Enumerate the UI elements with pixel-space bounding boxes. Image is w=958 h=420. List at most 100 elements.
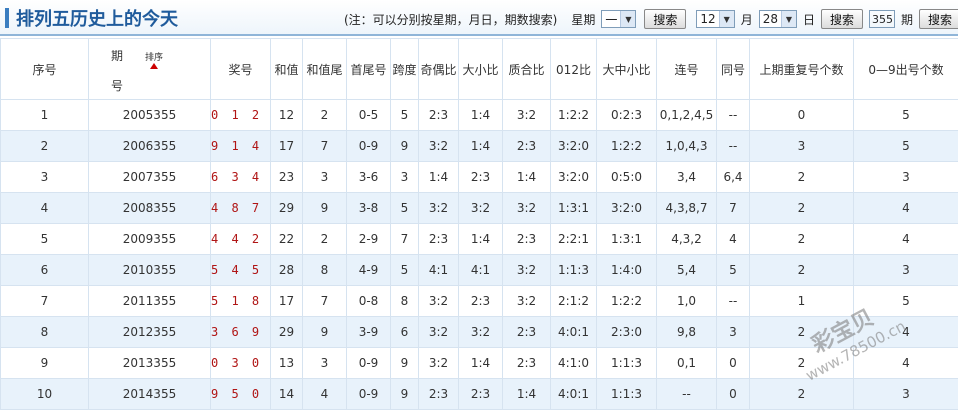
cell-period: 2014355 — [89, 379, 211, 410]
cell-sum-tail: 8 — [303, 255, 347, 286]
search-date-button[interactable]: 搜索 — [821, 9, 863, 29]
cell-consecutive: 1,0,4,3 — [657, 131, 717, 162]
cell-prime-comp: 2:3 — [503, 317, 551, 348]
cell-repeat-prev: 2 — [750, 162, 854, 193]
cell-odd-even: 3:2 — [419, 193, 459, 224]
cell-head-tail: 4-9 — [347, 255, 391, 286]
chevron-down-icon: ▼ — [719, 11, 734, 27]
cell-consecutive: 3,4 — [657, 162, 717, 193]
cell-big-small: 1:4 — [459, 224, 503, 255]
cell-repeat-prev: 2 — [750, 255, 854, 286]
col-period-bottom: 号 — [111, 77, 123, 94]
col-number: 奖号 — [211, 39, 271, 100]
cell-index: 6 — [1, 255, 89, 286]
cell-same: 3 — [717, 317, 750, 348]
search-controls: (注：可以分别按星期，月日，期数搜索) 星期 一 ▼ 搜索 12 ▼ 月 28 … — [344, 8, 958, 30]
cell-odd-even: 3:2 — [419, 348, 459, 379]
cell-prime-comp: 2:3 — [503, 131, 551, 162]
cell-same: 0 — [717, 348, 750, 379]
cell-big-mid-small: 1:2:2 — [597, 131, 657, 162]
cell-sum-tail: 2 — [303, 224, 347, 255]
cell-sum-tail: 7 — [303, 286, 347, 317]
cell-odd-even: 2:3 — [419, 100, 459, 131]
cell-head-tail: 2-9 — [347, 224, 391, 255]
cell-prime-comp: 2:3 — [503, 224, 551, 255]
col-period-top: 期 — [111, 47, 123, 64]
cell-odd-even: 4:1 — [419, 255, 459, 286]
cell-big-mid-small: 1:3:1 — [597, 224, 657, 255]
cell-prime-comp: 1:4 — [503, 379, 551, 410]
cell-odd-even: 1:4 — [419, 162, 459, 193]
cell-period: 2011355 — [89, 286, 211, 317]
col-odd-even: 奇偶比 — [419, 39, 459, 100]
title-accent-bar — [5, 8, 9, 28]
search-weekday-button[interactable]: 搜索 — [644, 9, 686, 29]
cell-digits-count: 4 — [854, 317, 958, 348]
sort-button[interactable]: 排序 — [145, 53, 163, 69]
month-select[interactable]: 12 ▼ — [696, 10, 734, 28]
cell-consecutive: 4,3,2 — [657, 224, 717, 255]
cell-span: 8 — [391, 286, 419, 317]
col-sum-tail: 和值尾 — [303, 39, 347, 100]
history-table: 序号 期 号 排序 奖号 和值 和值尾 首尾号 跨度 奇偶比 大小比 质合比 0… — [0, 38, 958, 410]
cell-sum: 23 — [271, 162, 303, 193]
table-row: 420083554 8 7 7 32993-853:23:23:21:3:13:… — [1, 193, 958, 224]
cell-sum: 13 — [271, 348, 303, 379]
search-note: (注：可以分别按星期，月日，期数搜索) — [344, 11, 557, 28]
cell-r012: 2:2:1 — [551, 224, 597, 255]
cell-head-tail: 3-6 — [347, 162, 391, 193]
period-input[interactable]: 355 — [869, 10, 895, 28]
table-row: 320073556 3 4 6 42333-631:42:31:43:2:00:… — [1, 162, 958, 193]
cell-big-small: 1:4 — [459, 348, 503, 379]
cell-span: 5 — [391, 193, 419, 224]
cell-period: 2006355 — [89, 131, 211, 162]
cell-big-mid-small: 1:2:2 — [597, 286, 657, 317]
cell-head-tail: 0-9 — [347, 131, 391, 162]
cell-span: 9 — [391, 379, 419, 410]
cell-r012: 1:2:2 — [551, 100, 597, 131]
table-row: 620103555 4 5 9 52884-954:14:13:21:1:31:… — [1, 255, 958, 286]
cell-same: 5 — [717, 255, 750, 286]
cell-period: 2013355 — [89, 348, 211, 379]
cell-big-small: 1:4 — [459, 131, 503, 162]
page-title: 排列五历史上的今天 — [16, 5, 178, 31]
cell-big-mid-small: 3:2:0 — [597, 193, 657, 224]
cell-period: 2005355 — [89, 100, 211, 131]
cell-same: 4 — [717, 224, 750, 255]
cell-odd-even: 3:2 — [419, 286, 459, 317]
cell-consecutive: 5,4 — [657, 255, 717, 286]
search-period-button[interactable]: 搜索 — [919, 9, 958, 29]
cell-index: 1 — [1, 100, 89, 131]
cell-span: 3 — [391, 162, 419, 193]
cell-big-small: 2:3 — [459, 286, 503, 317]
table-row: 520093554 4 2 9 32222-972:31:42:32:2:11:… — [1, 224, 958, 255]
cell-big-small: 3:2 — [459, 317, 503, 348]
col-sum: 和值 — [271, 39, 303, 100]
cell-index: 4 — [1, 193, 89, 224]
cell-big-mid-small: 1:4:0 — [597, 255, 657, 286]
col-digits-count: 0—9出号个数 — [854, 39, 958, 100]
weekday-select[interactable]: 一 ▼ — [601, 10, 636, 28]
cell-number: 5 1 8 0 3 — [211, 286, 271, 317]
day-select[interactable]: 28 ▼ — [759, 10, 797, 28]
cell-sum-tail: 2 — [303, 100, 347, 131]
col-consecutive: 连号 — [657, 39, 717, 100]
cell-index: 2 — [1, 131, 89, 162]
col-repeat-prev: 上期重复号个数 — [750, 39, 854, 100]
cell-index: 9 — [1, 348, 89, 379]
cell-head-tail: 3-9 — [347, 317, 391, 348]
col-prime-comp: 质合比 — [503, 39, 551, 100]
weekday-label: 星期 — [571, 11, 595, 28]
cell-span: 6 — [391, 317, 419, 348]
cell-period: 2007355 — [89, 162, 211, 193]
cell-repeat-prev: 1 — [750, 286, 854, 317]
cell-digits-count: 4 — [854, 193, 958, 224]
cell-sum-tail: 7 — [303, 131, 347, 162]
cell-prime-comp: 1:4 — [503, 162, 551, 193]
table-row: 220063559 1 4 3 01770-993:21:42:33:2:01:… — [1, 131, 958, 162]
cell-r012: 2:1:2 — [551, 286, 597, 317]
cell-consecutive: 9,8 — [657, 317, 717, 348]
cell-sum-tail: 3 — [303, 162, 347, 193]
cell-head-tail: 0-8 — [347, 286, 391, 317]
col-big-mid-small: 大中小比 — [597, 39, 657, 100]
